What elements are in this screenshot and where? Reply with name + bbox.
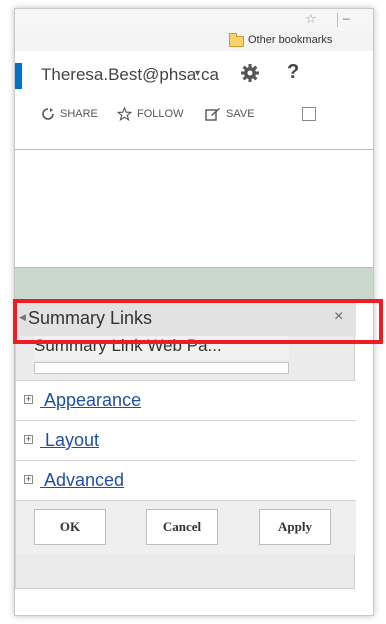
layout-link[interactable]: Layout — [40, 430, 99, 451]
chevron-down-icon[interactable]: ▾ — [195, 68, 200, 79]
share-button[interactable]: SHARE — [41, 107, 98, 121]
advanced-link[interactable]: Advanced — [40, 470, 124, 491]
cancel-button[interactable]: Cancel — [146, 509, 218, 545]
section-appearance[interactable]: + Appearance — [16, 380, 356, 420]
page-header-band — [15, 267, 373, 300]
save-edit-icon — [205, 108, 220, 121]
bookmark-star-icon[interactable]: ☆ — [305, 11, 317, 27]
share-label: SHARE — [60, 108, 98, 120]
suite-bar: Theresa.Best@phsa.ca ▾ ? — [15, 51, 373, 93]
webpart-title-field[interactable] — [34, 362, 289, 374]
tool-pane-title: Summary Links — [28, 308, 153, 328]
gear-icon[interactable] — [240, 63, 260, 83]
close-icon[interactable]: × — [334, 308, 343, 326]
browser-toolbar: ☆ – — [15, 9, 373, 31]
user-menu[interactable]: Theresa.Best@phsa.ca — [41, 65, 219, 85]
appearance-link[interactable]: Appearance — [40, 390, 141, 411]
tool-pane-buttons: OK Cancel Apply — [16, 500, 356, 554]
tool-pane-header: ◀ Summary Links × — [16, 300, 356, 336]
section-layout[interactable]: + Layout — [16, 420, 356, 460]
bookmarks-bar: Other bookmarks — [15, 31, 373, 52]
toolbar-divider — [337, 13, 338, 27]
apply-button[interactable]: Apply — [259, 509, 331, 545]
other-bookmarks-link[interactable]: Other bookmarks — [248, 34, 332, 46]
webpart-title: Summary Link Web Pa... — [34, 336, 289, 360]
help-icon[interactable]: ? — [287, 61, 299, 84]
folder-icon — [229, 33, 244, 47]
expand-icon[interactable]: + — [24, 435, 33, 444]
page-actions-bar: SHARE FOLLOW SAVE — [15, 93, 373, 150]
collapse-arrow-icon[interactable]: ◀ — [19, 312, 26, 323]
minimize-icon[interactable]: – — [343, 11, 350, 25]
ok-button[interactable]: OK — [34, 509, 106, 545]
tool-pane: ◀ Summary Links × Summary Link Web Pa...… — [15, 299, 356, 589]
expand-icon[interactable]: + — [24, 475, 33, 484]
section-advanced[interactable]: + Advanced — [16, 460, 356, 500]
follow-label: FOLLOW — [137, 108, 184, 120]
save-button[interactable]: SAVE — [205, 107, 255, 121]
browser-window: ☆ – Other bookmarks Theresa.Best@phsa.ca… — [14, 8, 374, 616]
save-label: SAVE — [226, 108, 255, 120]
focus-mode-icon[interactable] — [302, 107, 316, 121]
share-icon — [42, 108, 54, 120]
star-icon — [117, 107, 132, 121]
brand-accent — [15, 63, 22, 89]
expand-icon[interactable]: + — [24, 395, 33, 404]
follow-button[interactable]: FOLLOW — [117, 107, 183, 121]
